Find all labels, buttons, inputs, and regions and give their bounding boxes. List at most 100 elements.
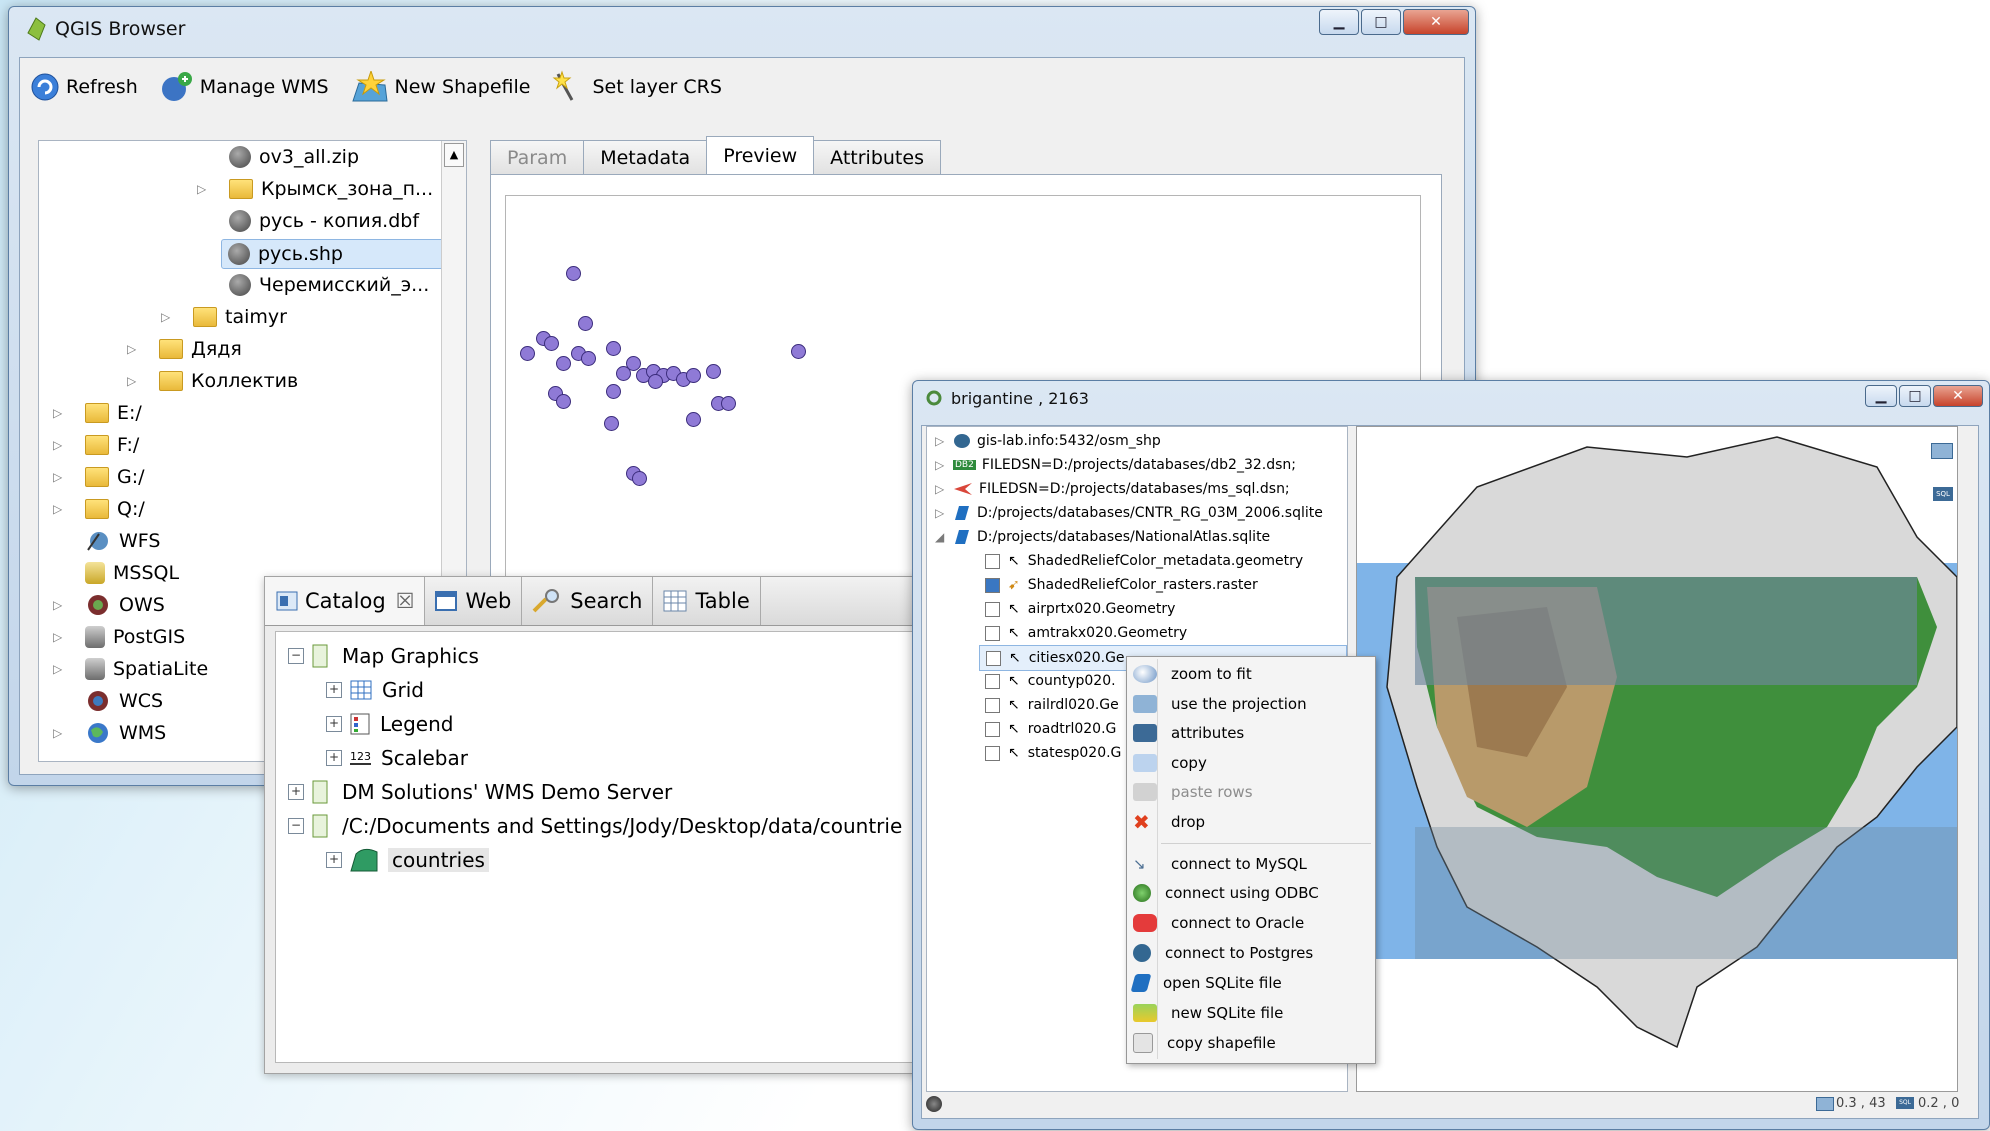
expand-arrow-icon[interactable]: ▷ [53,406,67,420]
manage-wms-button[interactable]: Manage WMS [160,71,329,103]
table-checkbox[interactable] [985,577,1000,593]
menu-connect-mysql[interactable]: ↘ connect to MySQL [1127,849,1375,878]
table-checkbox[interactable] [985,553,1000,569]
tree-item[interactable]: ▷ G:/ [53,463,145,491]
minimize-button[interactable]: ▁ [1865,385,1897,407]
menu-use-projection[interactable]: use the projection [1127,689,1375,718]
table-checkbox[interactable] [985,601,1000,617]
close-tab-icon[interactable]: ☒ [396,589,415,613]
tree-item[interactable]: WCS [85,687,163,715]
expand-icon[interactable]: + [326,750,342,766]
tree-item[interactable]: ▷ Коллектив [127,367,298,395]
menu-copy-shapefile[interactable]: copy shapefile [1127,1028,1375,1057]
table-checkbox[interactable] [985,745,1000,761]
menu-attributes[interactable]: attributes [1127,718,1375,747]
tab-attributes[interactable]: Attributes [813,140,941,175]
tree-item-map-graphics[interactable]: − Map Graphics [288,642,479,670]
expand-icon[interactable]: + [288,784,304,800]
tab-web[interactable]: Web [425,577,523,625]
menu-open-sqlite[interactable]: open SQLite file [1127,968,1375,997]
collapse-icon[interactable]: − [288,818,304,834]
tab-param[interactable]: Param [490,140,585,175]
expand-icon[interactable]: + [326,716,342,732]
tree-item[interactable]: ▷ taimyr [161,303,287,331]
tree-item[interactable]: ▷ Дядя [127,335,242,363]
collapse-arrow-icon[interactable]: ◢ [935,530,949,544]
expand-arrow-icon[interactable]: ▷ [53,630,67,644]
tree-item[interactable]: ▷ WMS [53,719,166,747]
expand-arrow-icon[interactable]: ▷ [53,598,67,612]
close-button[interactable]: ✕ [1403,9,1469,35]
expand-arrow-icon[interactable]: ▷ [935,482,949,496]
tab-table[interactable]: Table [653,577,761,625]
expand-arrow-icon[interactable]: ▷ [53,470,67,484]
tree-item[interactable]: ▷ F:/ [53,431,139,459]
tree-item[interactable]: WFS [85,527,160,555]
expand-icon[interactable]: + [326,682,342,698]
tree-item[interactable]: ▷ DB2 FILEDSN=D:/projects/databases/db2_32… [935,453,1296,477]
tab-catalog[interactable]: Catalog ☒ [265,577,426,625]
tree-item-countries[interactable]: + countries [326,846,489,874]
menu-connect-odbc[interactable]: connect using ODBC [1127,878,1375,907]
table-checkbox[interactable] [985,721,1000,737]
tree-item[interactable]: MSSQL [85,559,179,587]
set-layer-crs-button[interactable]: Set layer CRS [552,70,722,104]
tree-item[interactable]: ov3_all.zip [229,143,359,171]
table-item[interactable]: ↖ airprtx020.Geometry [985,597,1175,621]
qgis-title-bar[interactable]: QGIS Browser ▁ □ ✕ [9,7,1475,51]
collapse-icon[interactable]: − [288,648,304,664]
tree-item[interactable]: ▷ E:/ [53,399,142,427]
menu-zoom-to-fit[interactable]: zoom to fit [1127,659,1375,688]
expand-icon[interactable]: + [326,852,342,868]
tree-item-scalebar[interactable]: +123 Scalebar [326,744,468,772]
expand-arrow-icon[interactable]: ▷ [127,374,141,388]
tree-item[interactable]: ▷ FILEDSN=D:/projects/databases/ms_sql.ds… [935,477,1290,501]
scroll-up-arrow[interactable]: ▲ [444,143,464,167]
tree-item[interactable]: Черемисский_э... [229,271,429,299]
expand-arrow-icon[interactable]: ▷ [197,182,211,196]
tree-item[interactable]: ▷ SpatiaLite [53,655,208,683]
sql-icon[interactable]: SQL [1933,487,1953,501]
tree-item[interactable]: ▷ PostGIS [53,623,185,651]
tab-preview[interactable]: Preview [706,136,815,175]
close-button[interactable]: ✕ [1933,385,1983,407]
new-shapefile-button[interactable]: New Shapefile [351,71,530,103]
tree-item-wms-server[interactable]: + DM Solutions' WMS Demo Server [288,778,672,806]
brigantine-title-bar[interactable]: brigantine , 2163 ▁ □ ✕ [913,381,1989,415]
tree-item-selected[interactable]: русь.shp [221,239,451,269]
tree-item[interactable]: ▷ D:/projects/databases/CNTR_RG_03M_2006.… [935,501,1323,525]
expand-arrow-icon[interactable]: ▷ [161,310,175,324]
maximize-button[interactable]: □ [1361,9,1401,35]
tree-item[interactable]: ▷ gis-lab.info:5432/osm_shp [935,429,1161,453]
tree-item[interactable]: ▷ Q:/ [53,495,145,523]
menu-new-sqlite[interactable]: new SQLite file [1127,998,1375,1027]
tree-item[interactable]: ▷ Крымск_зона_п... [197,175,433,203]
expand-arrow-icon[interactable]: ▷ [53,438,67,452]
table-item[interactable]: ➹ ShadedReliefColor_rasters.raster [985,573,1258,597]
maximize-button[interactable]: □ [1899,385,1931,407]
table-item[interactable]: ↖ roadtrl020.G [985,717,1116,741]
expand-arrow-icon[interactable]: ▷ [935,434,949,448]
menu-copy[interactable]: copy [1127,748,1375,777]
table-item[interactable]: ↖ countyp020. [985,669,1116,693]
refresh-button[interactable]: Refresh [30,72,138,102]
table-item[interactable]: ↖ amtrakx020.Geometry [985,621,1187,645]
table-item[interactable]: ↖ ShadedReliefColor_metadata.geometry [985,549,1303,573]
table-item[interactable]: ↖ statesp020.G [985,741,1121,765]
expand-arrow-icon[interactable]: ▷ [53,726,67,740]
tab-metadata[interactable]: Metadata [583,140,708,175]
table-checkbox[interactable] [985,697,1000,713]
table-item[interactable]: ↖ railrdl020.Ge [985,693,1119,717]
table-checkbox[interactable] [985,625,1000,641]
map-canvas[interactable]: SQL [1356,426,1958,1092]
table-checkbox[interactable] [986,650,1001,666]
expand-arrow-icon[interactable]: ▷ [127,342,141,356]
tab-search[interactable]: Search [522,577,654,625]
expand-arrow-icon[interactable]: ▷ [53,662,67,676]
tree-item-data-folder[interactable]: −/C:/Documents and Settings/Jody/Desktop… [288,812,902,840]
menu-connect-oracle[interactable]: connect to Oracle [1127,908,1375,937]
expand-arrow-icon[interactable]: ▷ [935,506,949,520]
catalog-tree[interactable]: − Map Graphics + Grid + Legend +123 Scalebar… [275,631,967,1063]
tree-item[interactable]: русь - копия.dbf [229,207,419,235]
menu-connect-postgres[interactable]: connect to Postgres [1127,938,1375,967]
